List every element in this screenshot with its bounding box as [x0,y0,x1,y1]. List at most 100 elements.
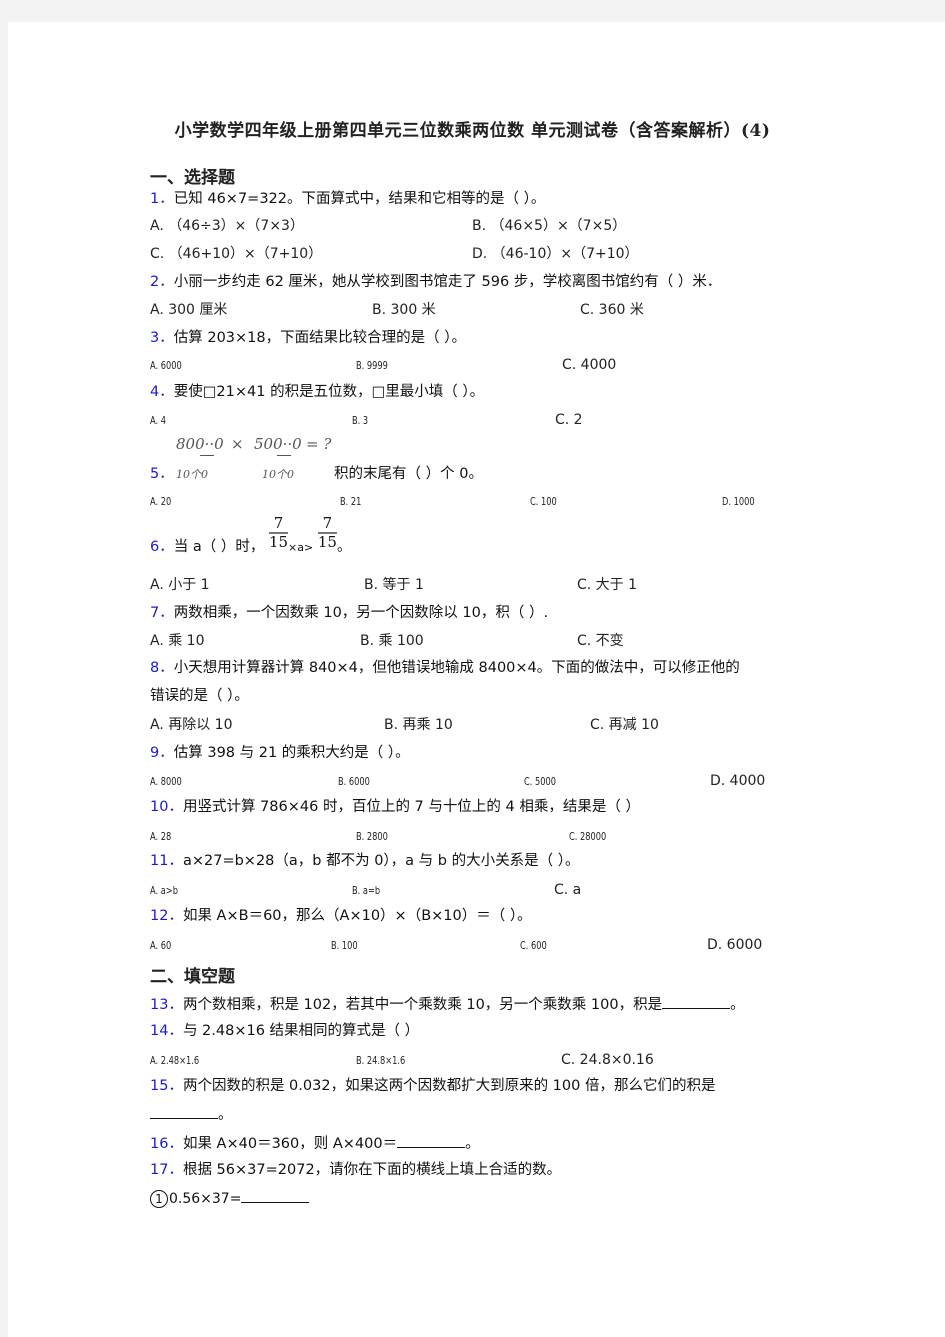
option-c[interactable]: C. 4000 [562,356,616,374]
question-text: 如果 A×40＝360，则 A×400＝ [182,1136,398,1152]
option-c[interactable]: C. 5000 [524,773,556,791]
option-c[interactable]: C. 大于 1 [577,576,637,594]
question-16: 16．如果 A×40＝360，则 A×400＝ 。 [150,1133,480,1154]
question-text: 要使□21×41 的积是五位数，□里最小填（ ）。 [173,384,485,400]
option-b[interactable]: B. 300 米 [372,301,436,319]
option-c[interactable]: C. a [554,881,581,899]
option-b[interactable]: B. 9999 [356,357,388,375]
option-a[interactable]: A. 4 [150,412,166,430]
option-a[interactable]: A. 20 [150,493,171,511]
question-14: 14．与 2.48×16 结果相同的算式是（ ） [150,1021,419,1041]
question-10: 10．用竖式计算 786×46 时，百位上的 7 与十位上的 4 相乘，结果是（… [150,797,640,817]
option-b[interactable]: B. 21 [340,493,361,511]
option-c[interactable]: C. 100 [530,493,557,511]
answer-blank[interactable] [662,994,731,1009]
option-a[interactable]: A. 乘 10 [150,632,205,650]
question-9: 9．估算 398 与 21 的乘积大约是（ ）。 [150,743,410,763]
option-a[interactable]: A. 60 [150,937,171,955]
question-text: 用竖式计算 786×46 时，百位上的 7 与十位上的 4 相乘，结果是（ ） [182,799,640,815]
option-b[interactable]: B. 等于 1 [364,576,424,594]
option-a[interactable]: A. （46÷3）×（7×3） [150,217,304,235]
question-number: 1． [150,191,174,207]
q5-expression-left: 800··0 [176,435,224,453]
option-a[interactable]: A. 300 厘米 [150,301,227,319]
answer-blank[interactable] [241,1188,310,1203]
option-b[interactable]: B. 100 [331,937,358,955]
question-text: 两个因数的积是 0.032，如果这两个因数都扩大到原来的 100 倍，那么它们的… [182,1078,716,1094]
question-text-end: 。 [218,1107,233,1123]
times-sign: × [231,435,244,453]
question-text: 如果 A×B＝60，那么（A×10）×（B×10）＝（ ）。 [182,908,532,924]
fraction-numerator: 7 [317,515,337,534]
question-text: 小丽一步约走 62 厘米，她从学校到图书馆走了 596 步，学校离图书馆约有（ … [173,274,722,290]
option-c[interactable]: C. 不变 [577,632,624,650]
question-17: 17．根据 56×37=2072，请你在下面的横线上填上合适的数。 [150,1160,561,1180]
option-a[interactable]: A. a>b [150,882,178,900]
question-text: 两个数相乘，积是 102，若其中一个乘数乘 10，另一个乘数乘 100，积是 [182,997,663,1013]
times-a-greater: ×a> [288,541,314,554]
option-d[interactable]: D. （46-10）×（7+10） [472,245,639,263]
option-b[interactable]: B. 乘 100 [360,632,424,650]
question-text-end: 。 [730,997,745,1013]
q5-sub-left: 10个0 [176,468,208,481]
q5-expression-right: 500··0 [254,435,302,453]
question-number: 15． [150,1078,183,1094]
question-12: 12．如果 A×B＝60，那么（A×10）×（B×10）＝（ ）。 [150,906,532,926]
answer-blank[interactable] [150,1104,218,1119]
sub-question-text: 0.56×37= [169,1191,242,1207]
question-number: 12． [150,908,183,924]
option-c[interactable]: C. 28000 [569,828,606,846]
option-d[interactable]: D. 6000 [707,936,762,954]
question-number: 16． [150,1136,183,1152]
question-text: 两数相乘，一个因数乘 10，另一个因数除以 10，积（ ）. [173,605,549,621]
question-text: 估算 398 与 21 的乘积大约是（ ）。 [173,745,410,761]
document-title: 小学数学四年级上册第四单元三位数乘两位数 单元测试卷（含答案解析）(4) [174,121,771,141]
option-a[interactable]: A. 小于 1 [150,576,210,594]
option-a[interactable]: A. 再除以 10 [150,716,233,734]
section-heading-fill: 二、填空题 [150,967,235,987]
option-b[interactable]: B. 再乘 10 [384,716,453,734]
question-text: 当 a（ ）时， [173,539,265,555]
option-b[interactable]: B. （46×5）×（7×5） [472,217,626,235]
question-number: 6． [150,539,174,555]
question-6: 6．当 a（ ）时， 7 15 ×a> 7 15。 [150,515,351,559]
option-b[interactable]: B. 2800 [356,828,388,846]
question-15: 15．两个因数的积是 0.032，如果这两个因数都扩大到原来的 100 倍，那么… [150,1076,715,1096]
question-text: 已知 46×7=322。下面算式中，结果和它相等的是（ ）。 [173,191,546,207]
option-c[interactable]: C. 再减 10 [590,716,659,734]
question-number: 2． [150,274,174,290]
q5-sub-right: 10个0 [262,468,294,481]
fraction: 7 15 [268,515,289,551]
option-b[interactable]: B. 3 [352,412,368,430]
question-number: 10． [150,799,183,815]
option-a[interactable]: A. 28 [150,828,171,846]
section-heading-choice: 一、选择题 [150,168,235,188]
option-c[interactable]: C. 2 [555,411,583,429]
question-7: 7．两数相乘，一个因数乘 10，另一个因数除以 10，积（ ）. [150,603,548,623]
option-a[interactable]: A. 2.48×1.6 [150,1052,199,1070]
option-c[interactable]: C. （46+10）×（7+10） [150,245,322,263]
option-b[interactable]: B. 24.8×1.6 [356,1052,405,1070]
option-a[interactable]: A. 6000 [150,357,182,375]
option-d[interactable]: D. 1000 [722,493,755,511]
option-c[interactable]: C. 600 [520,937,547,955]
question-text: 根据 56×37=2072，请你在下面的横线上填上合适的数。 [182,1162,562,1178]
q5-expression-equals: = ? [306,435,332,453]
option-b[interactable]: B. a=b [352,882,380,900]
question-5-text: 积的末尾有（ ）个 0。 [334,466,483,482]
question-number: 17． [150,1162,183,1178]
question-11: 11．a×27=b×28（a，b 都不为 0），a 与 b 的大小关系是（ ）。 [150,851,579,871]
brace-left-icon [200,452,214,456]
question-3: 3．估算 203×18，下面结果比较合理的是（ ）。 [150,328,466,348]
question-text: a×27=b×28（a，b 都不为 0），a 与 b 的大小关系是（ ）。 [182,853,580,869]
question-text: 小天想用计算器计算 840×4，但他错误地输成 8400×4。下面的做法中，可以… [173,660,740,676]
option-a[interactable]: A. 8000 [150,773,182,791]
question-number: 14． [150,1023,183,1039]
option-d[interactable]: D. 4000 [710,772,765,790]
option-c[interactable]: C. 24.8×0.16 [561,1051,654,1069]
option-b[interactable]: B. 6000 [338,773,370,791]
question-17-sub-1: 1 0.56×37= [150,1188,310,1209]
question-number: 8． [150,660,174,676]
option-c[interactable]: C. 360 米 [580,301,644,319]
answer-blank[interactable] [397,1133,466,1148]
